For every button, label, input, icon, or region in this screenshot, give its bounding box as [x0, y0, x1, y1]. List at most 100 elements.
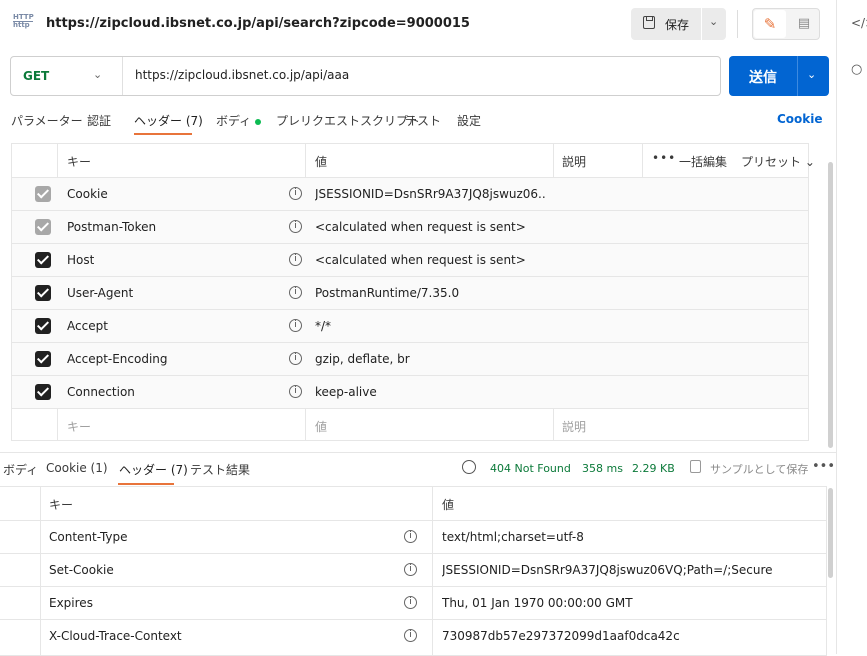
cookies-link[interactable]: Cookie	[777, 112, 823, 126]
more-options-icon[interactable]: •••	[652, 151, 676, 165]
header-key: Expires	[49, 596, 93, 610]
new-value-input[interactable]: 値	[315, 418, 327, 435]
save-icon	[690, 460, 701, 473]
info-icon[interactable]: i	[289, 385, 302, 398]
table-row[interactable]: User-Agent i PostmanRuntime/7.35.0	[12, 276, 808, 309]
code-icon[interactable]: </>	[851, 16, 867, 30]
info-icon[interactable]: i	[289, 319, 302, 332]
url-input[interactable]: https://zipcloud.ibsnet.co.jp/api/aaa	[135, 68, 349, 82]
response-time[interactable]: 358 ms	[582, 462, 623, 475]
tab-response-body[interactable]: ボディ	[3, 461, 38, 478]
save-button[interactable]: 保存 ⌄	[631, 8, 726, 40]
row-checkbox[interactable]	[35, 351, 51, 367]
http-icon: HTTP http	[13, 13, 34, 29]
row-checkbox[interactable]	[35, 186, 51, 202]
request-title[interactable]: https://zipcloud.ibsnet.co.jp/api/search…	[46, 16, 470, 31]
method-select[interactable]: GET	[23, 69, 49, 83]
table-row[interactable]: Postman-Token i <calculated when request…	[12, 210, 808, 243]
save-as-example-button[interactable]: サンプルとして保存	[710, 461, 808, 477]
tab-settings[interactable]: 設定	[457, 112, 481, 129]
header-value[interactable]: <calculated when request is sent>	[315, 253, 547, 267]
column-header-value: 値	[315, 155, 328, 169]
chevron-down-icon[interactable]: ⌄	[709, 15, 718, 28]
column-header-key: キー	[67, 155, 92, 169]
info-icon[interactable]: i	[404, 629, 417, 642]
new-header-row[interactable]: キー 値 説明	[12, 408, 808, 441]
header-key[interactable]: User-Agent	[67, 286, 133, 300]
column-header-value: 値	[442, 498, 455, 512]
tab-tests[interactable]: テスト	[405, 112, 441, 129]
scrollbar[interactable]	[828, 162, 833, 448]
tab-body[interactable]: ボディ	[216, 112, 262, 129]
info-icon[interactable]: i	[289, 187, 302, 200]
more-options-icon[interactable]: •••	[812, 459, 835, 474]
tab-response-cookies[interactable]: Cookie (1)	[46, 461, 108, 475]
tab-headers[interactable]: ヘッダー (7)	[134, 112, 203, 129]
info-icon[interactable]: i	[289, 253, 302, 266]
header-value: Thu, 01 Jan 1970 00:00:00 GMT	[442, 596, 633, 610]
header-value[interactable]: <calculated when request is sent>	[315, 220, 547, 234]
table-row: Content-Type i text/html;charset=utf-8	[0, 520, 826, 553]
status-code[interactable]: 404 Not Found	[490, 462, 571, 475]
row-checkbox[interactable]	[35, 384, 51, 400]
tab-response-headers[interactable]: ヘッダー (7)	[119, 461, 188, 478]
table-row[interactable]: Accept-Encoding i gzip, deflate, br	[12, 342, 808, 375]
table-row[interactable]: Cookie i JSESSIONID=DsnSRr9A37JQ8jswuz06…	[12, 177, 808, 210]
table-header-row: キー 値	[0, 487, 826, 520]
scrollbar[interactable]	[828, 488, 833, 578]
header-value[interactable]: */*	[315, 319, 547, 333]
send-button[interactable]: 送信 ⌄	[729, 56, 829, 96]
header-key[interactable]: Cookie	[67, 187, 108, 201]
info-icon[interactable]: i	[289, 286, 302, 299]
tab-params[interactable]: パラメーター	[11, 112, 83, 129]
header-value: 730987db57e297372099d1aaf0dca42c	[442, 629, 680, 643]
divider	[0, 452, 836, 453]
tab-pre-request-script[interactable]: プレリクエストスクリプト	[276, 112, 420, 129]
pencil-icon[interactable]: ✎	[754, 10, 786, 38]
header-key[interactable]: Postman-Token	[67, 220, 156, 234]
divider	[797, 56, 798, 96]
row-checkbox[interactable]	[35, 285, 51, 301]
active-tab-indicator	[118, 483, 174, 485]
column-header-key: キー	[49, 498, 74, 512]
row-checkbox[interactable]	[35, 219, 51, 235]
header-key[interactable]: Accept	[67, 319, 108, 333]
bulk-edit-button[interactable]: 一括編集	[679, 153, 727, 170]
column-header-description: 説明	[562, 155, 587, 169]
response-size[interactable]: 2.29 KB	[632, 462, 675, 475]
table-row[interactable]: Connection i keep-alive	[12, 375, 808, 408]
header-key[interactable]: Host	[67, 253, 94, 267]
info-icon[interactable]: i	[289, 352, 302, 365]
header-key[interactable]: Accept-Encoding	[67, 352, 168, 366]
table-row[interactable]: Accept i */*	[12, 309, 808, 342]
info-icon[interactable]: i	[404, 530, 417, 543]
header-value[interactable]: JSESSIONID=DsnSRr9A37JQ8jswuz06...	[315, 187, 547, 201]
header-value: JSESSIONID=DsnSRr9A37JQ8jswuz06VQ;Path=/…	[442, 563, 773, 577]
comment-icon[interactable]: ▤	[789, 10, 819, 38]
header-value[interactable]: keep-alive	[315, 385, 547, 399]
info-icon[interactable]: i	[289, 220, 302, 233]
row-checkbox[interactable]	[35, 318, 51, 334]
tab-test-results[interactable]: テスト結果	[190, 461, 250, 478]
active-tab-indicator	[134, 133, 192, 135]
view-toggle[interactable]: ✎ ▤	[752, 8, 820, 40]
row-checkbox[interactable]	[35, 252, 51, 268]
new-description-input[interactable]: 説明	[562, 418, 586, 435]
chevron-down-icon[interactable]: ⌄	[93, 68, 102, 81]
table-row[interactable]: Host i <calculated when request is sent>	[12, 243, 808, 276]
info-icon[interactable]: i	[404, 563, 417, 576]
header-key[interactable]: Connection	[67, 385, 135, 399]
header-value[interactable]: PostmanRuntime/7.35.0	[315, 286, 547, 300]
info-icon[interactable]: i	[404, 596, 417, 609]
right-sidebar: </> ○	[836, 0, 867, 654]
presets-dropdown[interactable]: プリセット ⌄	[741, 153, 815, 170]
tab-auth[interactable]: 認証	[87, 112, 111, 129]
request-headers-table: キー 値 説明 ••• 一括編集 プリセット ⌄ Cookie i JSESSI…	[11, 143, 815, 441]
new-key-input[interactable]: キー	[67, 418, 91, 435]
chevron-down-icon[interactable]: ⌄	[807, 68, 816, 81]
lightbulb-icon[interactable]: ○	[851, 62, 862, 77]
header-value: text/html;charset=utf-8	[442, 530, 584, 544]
globe-icon[interactable]	[462, 460, 476, 474]
header-value[interactable]: gzip, deflate, br	[315, 352, 547, 366]
response-headers-table: キー 値 Content-Type i text/html;charset=ut…	[0, 486, 827, 656]
